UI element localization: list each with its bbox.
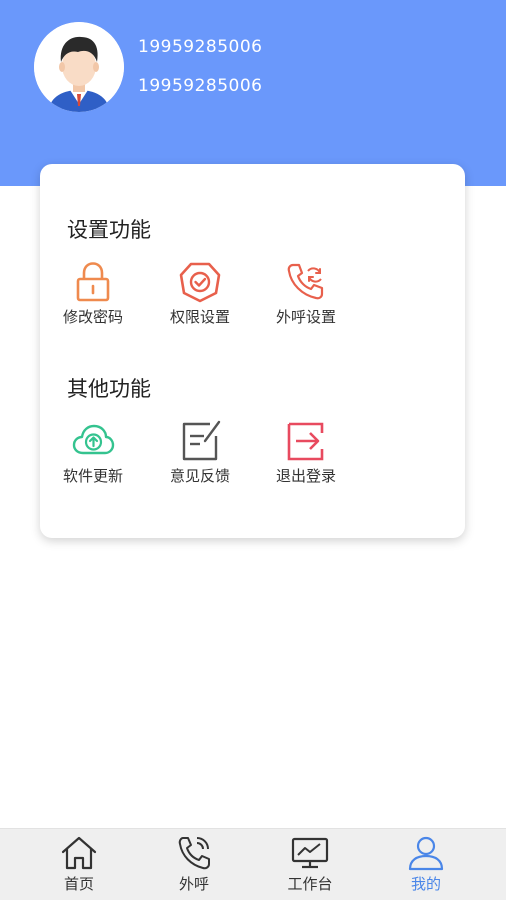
monitor-icon <box>291 837 329 869</box>
feedback-label: 意见反馈 <box>169 467 230 485</box>
tab-mine-label: 我的 <box>410 875 441 893</box>
other-section-title: 其他功能 <box>67 377 151 401</box>
home-icon <box>61 836 97 870</box>
user-icon <box>408 836 444 871</box>
feedback-button[interactable]: 意见反馈 <box>155 419 245 486</box>
change-password-button[interactable]: 修改密码 <box>48 260 138 327</box>
tab-home-label: 首页 <box>63 875 94 893</box>
tab-home[interactable]: 首页 <box>34 835 124 894</box>
lock-icon <box>76 262 110 302</box>
function-card: 设置功能 修改密码 权限设置 外呼设置 其他功能 软件更新 意见反馈 退出登录 <box>40 164 465 538</box>
tab-workbench-label: 工作台 <box>287 875 333 893</box>
logout-button[interactable]: 退出登录 <box>261 419 351 486</box>
user-avatar-icon <box>34 22 124 112</box>
edit-note-icon <box>182 420 221 461</box>
software-update-button[interactable]: 软件更新 <box>48 419 138 486</box>
tab-call-label: 外呼 <box>178 875 209 893</box>
logout-label: 退出登录 <box>275 467 336 485</box>
call-settings-label: 外呼设置 <box>275 308 336 326</box>
logout-icon <box>287 422 324 461</box>
avatar[interactable] <box>34 22 124 112</box>
settings-section-title: 设置功能 <box>67 218 151 242</box>
permission-settings-button[interactable]: 权限设置 <box>155 260 245 327</box>
user-phone-secondary: 19959285006 <box>138 76 263 96</box>
tab-workbench[interactable]: 工作台 <box>265 835 355 894</box>
call-settings-button[interactable]: 外呼设置 <box>261 260 351 327</box>
bottom-tab-bar: 首页 外呼 工作台 我的 <box>0 828 506 900</box>
tab-mine[interactable]: 我的 <box>381 835 471 894</box>
permission-settings-label: 权限设置 <box>169 308 230 326</box>
cloud-upload-icon <box>72 424 115 455</box>
user-phone-primary: 19959285006 <box>138 37 263 57</box>
phone-icon <box>178 837 210 870</box>
software-update-label: 软件更新 <box>62 467 123 485</box>
shield-check-icon <box>179 262 221 303</box>
change-password-label: 修改密码 <box>62 308 123 326</box>
phone-refresh-icon <box>287 263 324 300</box>
tab-call[interactable]: 外呼 <box>149 835 239 894</box>
